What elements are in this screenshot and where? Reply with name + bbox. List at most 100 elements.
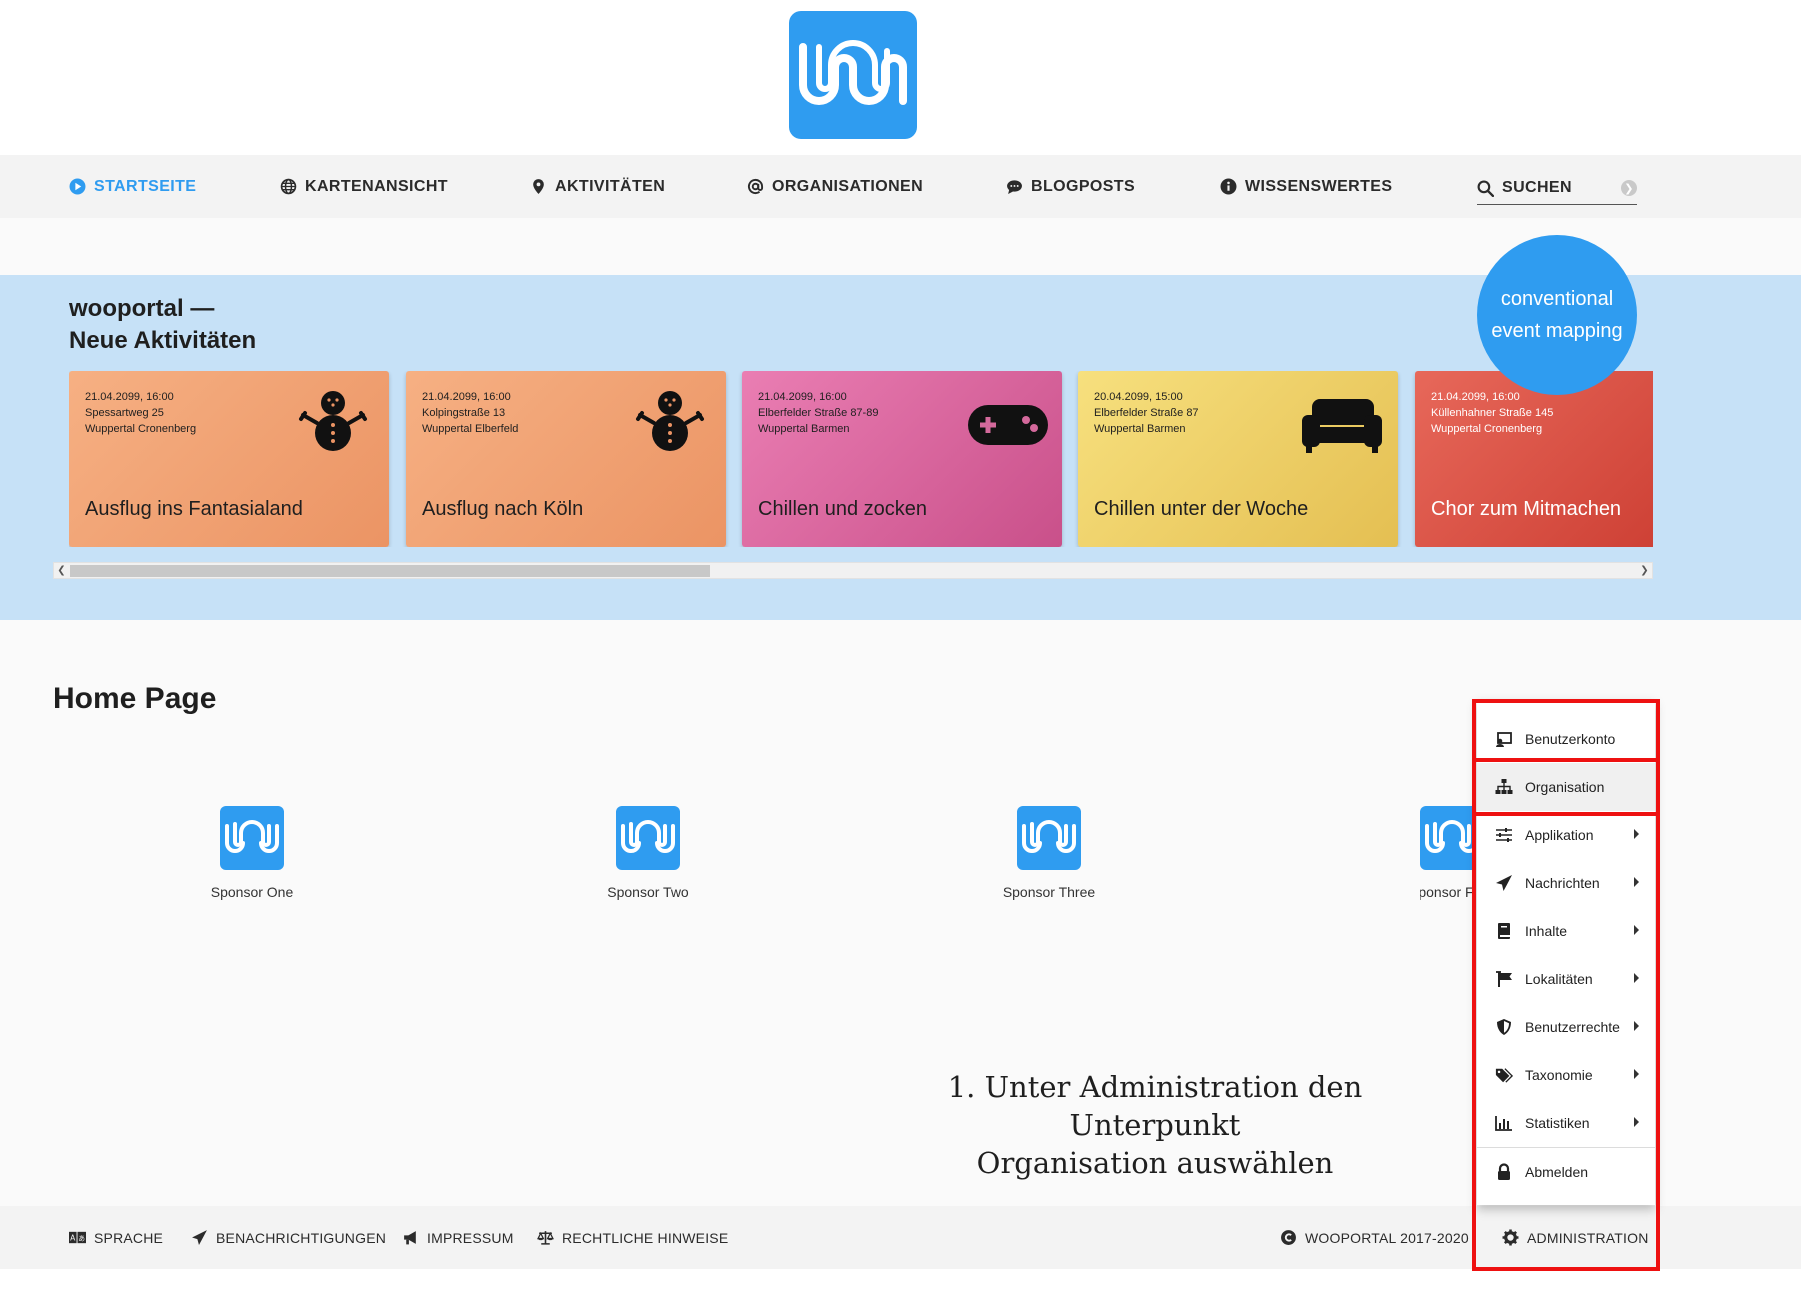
sponsor-name: Sponsor Four <box>1420 884 1475 900</box>
activity-card[interactable]: 21.04.2099, 16:00 Küllenhahner Straße 14… <box>1415 371 1653 547</box>
wave-logo-icon <box>799 40 907 105</box>
nav-label: ORGANISATIONEN <box>772 177 924 195</box>
menu-item-taxonomie[interactable]: Taxonomie <box>1477 1051 1655 1099</box>
sponsor-logo-icon <box>220 806 284 870</box>
search-label: SUCHEN <box>1502 179 1572 196</box>
footer-item-rechtliche-hinweise[interactable]: RECHTLICHE HINWEISE <box>537 1206 728 1269</box>
card-district: Wuppertal Cronenberg <box>1431 423 1543 435</box>
bullhorn-icon <box>404 1231 416 1245</box>
copyright-icon <box>1281 1230 1296 1245</box>
card-title: Chillen unter der Woche <box>1094 498 1309 520</box>
sliders-icon <box>1496 828 1512 842</box>
card-district: Wuppertal Elberfeld <box>422 423 519 435</box>
administration-button[interactable]: ADMINISTRATION <box>1502 1206 1649 1269</box>
menu-item-statistiken[interactable]: Statistiken <box>1477 1099 1655 1147</box>
card-meta: 21.04.2099, 16:00 Küllenhahner Straße 14… <box>1431 389 1553 437</box>
activity-card[interactable]: 21.04.2099, 16:00 Spessartweg 25 Wuppert… <box>69 371 389 547</box>
note-line1: 1. Unter Administration den Unterpunkt <box>947 1070 1363 1142</box>
submenu-caret-icon <box>1634 925 1639 935</box>
globe-icon <box>280 178 297 195</box>
shield-icon <box>1497 1019 1511 1035</box>
play-circle-icon <box>69 178 86 195</box>
menu-item-organisation[interactable]: Organisation <box>1477 763 1655 811</box>
map-marker-icon <box>533 179 544 194</box>
footer-item-benachrichtigungen[interactable]: BENACHRICHTIGUNGEN <box>191 1206 386 1269</box>
footer-label: RECHTLICHE HINWEISE <box>562 1229 729 1246</box>
card-date: 21.04.2099, 16:00 <box>758 391 847 403</box>
band-title-line2: Neue Aktivitäten <box>69 327 257 354</box>
sponsor-name: Sponsor One <box>210 884 294 900</box>
nav-item-aktivitaeten[interactable]: AKTIVITÄTEN <box>530 155 665 218</box>
sponsor-item[interactable]: Sponsor Four <box>1420 806 1475 906</box>
band-title: wooportal — Neue Aktivitäten <box>69 293 256 357</box>
search-field[interactable]: SUCHEN ❯ <box>1477 172 1637 205</box>
svg-text:あ: あ <box>78 1234 85 1242</box>
card-meta: 21.04.2099, 16:00 Kolpingstraße 13 Wuppe… <box>422 389 518 437</box>
gamepad-icon <box>968 405 1048 445</box>
menu-item-benutzerrechte[interactable]: Benutzerrechte <box>1477 1003 1655 1051</box>
nav-label: WISSENSWERTES <box>1245 177 1393 195</box>
scroll-right-arrow-icon[interactable]: ❯ <box>1637 563 1652 578</box>
activity-card[interactable]: 21.04.2099, 16:00 Kolpingstraße 13 Wuppe… <box>406 371 726 547</box>
menu-item-label: Applikation <box>1525 827 1594 843</box>
menu-item-label: Abmelden <box>1525 1164 1589 1180</box>
footer-label: IMPRESSUM <box>427 1229 514 1246</box>
nav-item-wissenswertes[interactable]: WISSENSWERTES <box>1220 155 1392 218</box>
scrollbar-thumb[interactable] <box>70 565 710 577</box>
user-account-icon <box>1496 732 1512 747</box>
nav-label: BLOGPOSTS <box>1031 177 1136 195</box>
gear-icon <box>1502 1229 1519 1246</box>
menu-item-inhalte[interactable]: Inhalte <box>1477 907 1655 955</box>
administration-label: ADMINISTRATION <box>1527 1229 1649 1246</box>
page-title: Home Page <box>53 682 217 715</box>
balance-scale-icon <box>537 1231 554 1245</box>
menu-item-label: Nachrichten <box>1525 875 1600 891</box>
comments-icon <box>1007 180 1022 194</box>
activity-card[interactable]: 20.04.2099, 15:00 Elberfelder Straße 87 … <box>1078 371 1398 547</box>
sponsor-logo-icon <box>616 806 680 870</box>
sponsor-item[interactable]: Sponsor Two <box>538 806 758 900</box>
nav-label: STARTSEITE <box>94 177 197 195</box>
card-street: Elberfelder Straße 87-89 <box>758 407 879 419</box>
card-district: Wuppertal Barmen <box>758 423 850 435</box>
search-go-icon[interactable]: ❯ <box>1621 180 1637 196</box>
nav-item-startseite[interactable]: STARTSEITE <box>69 155 196 218</box>
activity-card[interactable]: 21.04.2099, 16:00 Elberfelder Straße 87-… <box>742 371 1062 547</box>
card-district: Wuppertal Cronenberg <box>85 423 197 435</box>
footer: Aあ SPRACHE BENACHRICHTIGUNGEN IMPRESSUM … <box>0 1206 1801 1269</box>
nav-item-blogposts[interactable]: BLOGPOSTS <box>1006 155 1135 218</box>
wooportal-logo[interactable] <box>789 11 917 139</box>
menu-item-label: Benutzerrechte <box>1525 1019 1620 1035</box>
conventional-event-mapping-bubble[interactable]: conventional event mapping <box>1477 235 1637 395</box>
carousel-scrollbar[interactable]: ❮ ❯ <box>53 562 1653 579</box>
menu-item-applikation[interactable]: Applikation <box>1477 811 1655 859</box>
sponsor-logo-icon <box>1017 806 1081 870</box>
tags-icon <box>1495 1068 1513 1083</box>
menu-item-lokalitaeten[interactable]: Lokalitäten <box>1477 955 1655 1003</box>
card-title: Ausflug nach Köln <box>422 498 584 520</box>
svg-text:A: A <box>70 1233 76 1242</box>
menu-item-nachrichten[interactable]: Nachrichten <box>1477 859 1655 907</box>
card-street: Spessartweg 25 <box>85 407 164 419</box>
info-circle-icon <box>1220 178 1237 195</box>
sponsor-item[interactable]: Sponsor One <box>142 806 362 900</box>
menu-item-benutzerkonto[interactable]: Benutzerkonto <box>1477 715 1655 763</box>
nav-item-organisationen[interactable]: ORGANISATIONEN <box>747 155 923 218</box>
nav-item-kartenansicht[interactable]: KARTENANSICHT <box>280 155 448 218</box>
scroll-left-arrow-icon[interactable]: ❮ <box>54 563 69 578</box>
menu-item-label: Benutzerkonto <box>1525 731 1616 747</box>
submenu-caret-icon <box>1634 877 1639 887</box>
menu-item-abmelden[interactable]: Abmelden <box>1477 1148 1655 1196</box>
footer-label: BENACHRICHTIGUNGEN <box>216 1229 387 1246</box>
menu-item-label: Statistiken <box>1525 1115 1590 1131</box>
footer-item-impressum[interactable]: IMPRESSUM <box>402 1206 514 1269</box>
couch-icon <box>1302 399 1382 453</box>
submenu-caret-icon <box>1634 829 1639 839</box>
submenu-caret-icon <box>1634 1021 1639 1031</box>
footer-item-sprache[interactable]: Aあ SPRACHE <box>69 1206 163 1269</box>
card-street: Küllenhahner Straße 145 <box>1431 407 1554 419</box>
sponsor-item[interactable]: Sponsor Three <box>939 806 1159 900</box>
card-meta: 21.04.2099, 16:00 Elberfelder Straße 87-… <box>758 389 878 437</box>
menu-item-label: Lokalitäten <box>1525 971 1593 987</box>
card-date: 21.04.2099, 16:00 <box>85 391 174 403</box>
